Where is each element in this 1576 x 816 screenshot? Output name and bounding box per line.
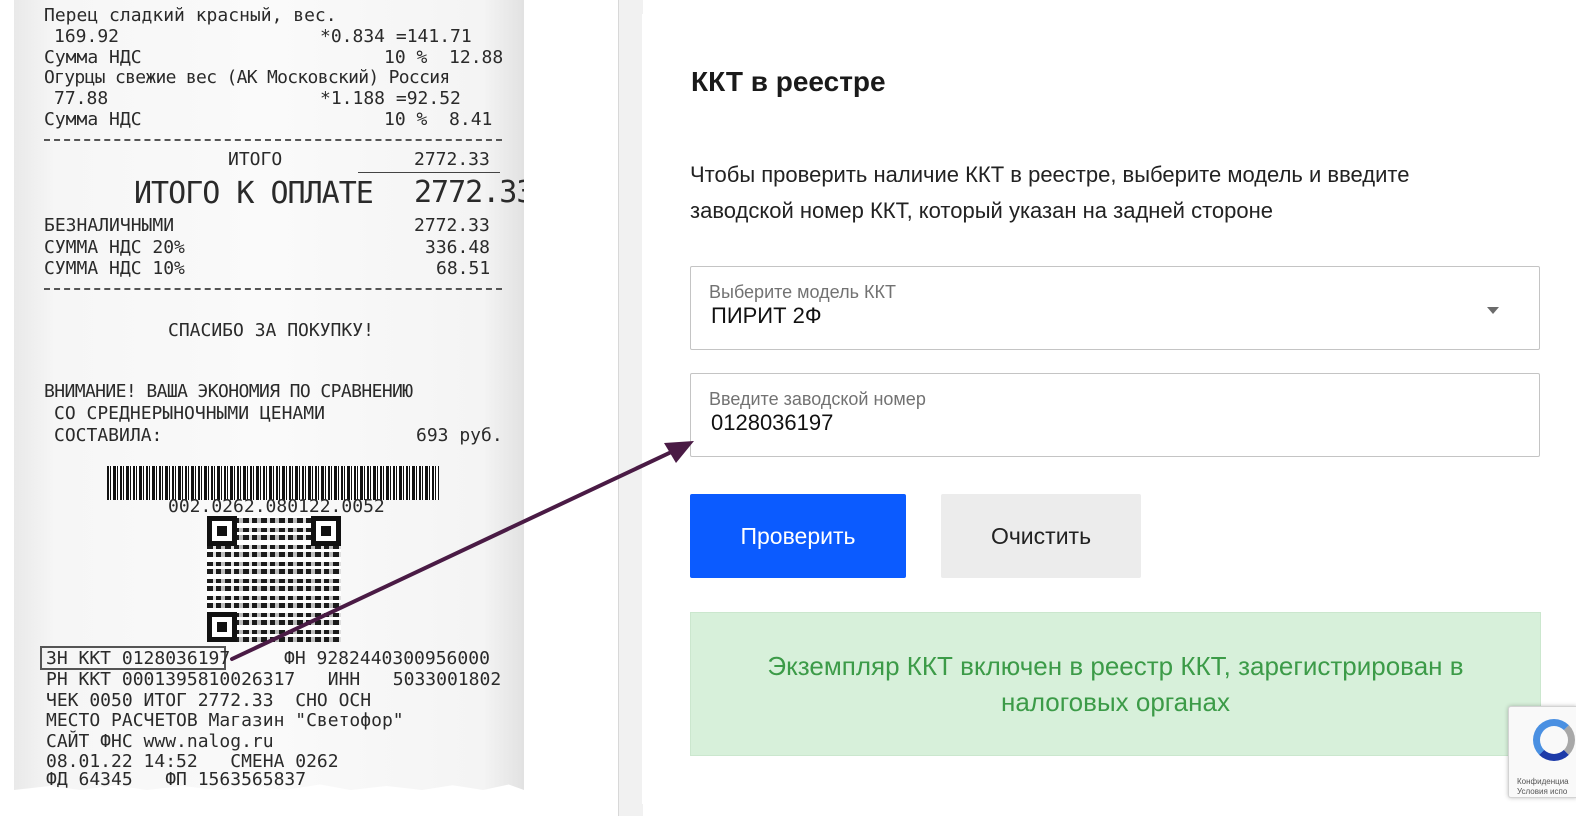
receipt-line: Перец сладкий красный, вес. [44, 5, 337, 26]
receipt-line: 693 руб. [416, 425, 503, 446]
page-title: ККТ в реестре [691, 66, 886, 97]
receipt-line: 10 % 12.88 [384, 47, 504, 68]
receipt-line: *1.188 =92.52 [320, 88, 461, 109]
receipt-line: ЗН ККТ 0128036197 [46, 648, 231, 669]
recaptcha-badge[interactable]: Конфиденциа Условия испо [1508, 706, 1576, 798]
success-result-box: Экземпляр ККТ включен в реестр ККТ, заре… [690, 612, 1541, 756]
receipt-line: СОСТАВИЛА: [54, 425, 163, 446]
recaptcha-privacy-link[interactable]: Конфиденциа [1517, 777, 1569, 786]
receipt-line: ФД 64345 ФП 1563565837 [46, 769, 307, 790]
receipt-photo-area: Перец сладкий красный, вес. 169.92 *0.83… [0, 0, 618, 816]
receipt-line: Сумма НДС [44, 47, 142, 68]
serial-number-input[interactable] [711, 410, 1491, 436]
receipt-rule [358, 172, 500, 173]
receipt-line: 2772.33 [414, 215, 490, 236]
receipt-line: САЙТ ФНС www.nalog.ru [46, 731, 274, 752]
receipt-line: 68.51 [436, 258, 491, 279]
receipt-line: *0.834 =141.71 [320, 26, 472, 47]
receipt-photo: Перец сладкий красный, вес. 169.92 *0.83… [14, 0, 524, 790]
receipt-line: 2772.33 [414, 175, 534, 210]
chevron-down-icon[interactable] [1487, 307, 1499, 314]
model-select[interactable]: Выберите модель ККТ ПИРИТ 2Ф [690, 266, 1540, 350]
receipt-line: 2772.33 [414, 149, 490, 170]
result-message: Экземпляр ККТ включен в реестр ККТ, заре… [767, 651, 1464, 717]
receipt-line: ЧЕК 0050 ИТОГ 2772.33 СНО ОСН [46, 690, 372, 711]
qr-finder [207, 516, 237, 546]
model-select-value: ПИРИТ 2Ф [711, 303, 822, 328]
receipt-barcode [107, 466, 439, 500]
receipt-line: ИТОГО [228, 149, 283, 170]
recaptcha-terms-link[interactable]: Условия испо [1517, 787, 1567, 796]
panel-divider [618, 0, 643, 816]
receipt-line: СУММА НДС 10% [44, 258, 185, 279]
receipt-divider [44, 139, 502, 141]
receipt-line: Сумма НДС [44, 109, 142, 130]
receipt-line: БЕЗНАЛИЧНЫМИ [44, 215, 175, 236]
receipt-line: Огурцы свежие вес (АК Московский) Россия [44, 67, 450, 88]
receipt-line: МЕСТО РАСЧЕТОВ Магазин "Светофор" [46, 710, 404, 731]
receipt-line: СПАСИБО ЗА ПОКУПКУ! [168, 320, 374, 341]
receipt-line: 10 % 8.41 [384, 109, 493, 130]
receipt-line: РН ККТ 0001395810026317 ИНН 5033001802 [46, 669, 502, 690]
receipt-line: 169.92 [54, 26, 120, 47]
qr-finder [311, 516, 341, 546]
receipt-line: 77.88 [54, 88, 109, 109]
serial-number-label: Введите заводской номер [709, 389, 926, 409]
receipt-divider [44, 288, 502, 290]
receipt-line: ФН 9282440300956000 [284, 648, 490, 669]
check-button[interactable]: Проверить [690, 494, 906, 578]
clear-button[interactable]: Очистить [941, 494, 1141, 578]
receipt-qr-code [207, 516, 341, 642]
receipt-line: ИТОГО К ОПЛАТЕ [134, 176, 374, 211]
kkt-registry-panel: ККТ в реестре Чтобы проверить наличие КК… [642, 14, 1576, 804]
receipt-line: СУММА НДС 20% [44, 237, 185, 258]
instructions-text: Чтобы проверить наличие ККТ в реестре, в… [690, 162, 1410, 223]
qr-finder [207, 612, 237, 642]
serial-number-field[interactable]: Введите заводской номер [690, 373, 1540, 457]
receipt-line: ВНИМАНИЕ! ВАША ЭКОНОМИЯ ПО СРАВНЕНИЮ [44, 381, 413, 402]
recaptcha-icon [1533, 719, 1575, 761]
receipt-line: 336.48 [425, 237, 491, 258]
receipt-line: СО СРЕДНЕРЫНОЧНЫМИ ЦЕНАМИ [54, 403, 325, 424]
receipt-line: 002.0262.080122.0052 [168, 496, 385, 517]
model-select-label: Выберите модель ККТ [709, 282, 896, 302]
